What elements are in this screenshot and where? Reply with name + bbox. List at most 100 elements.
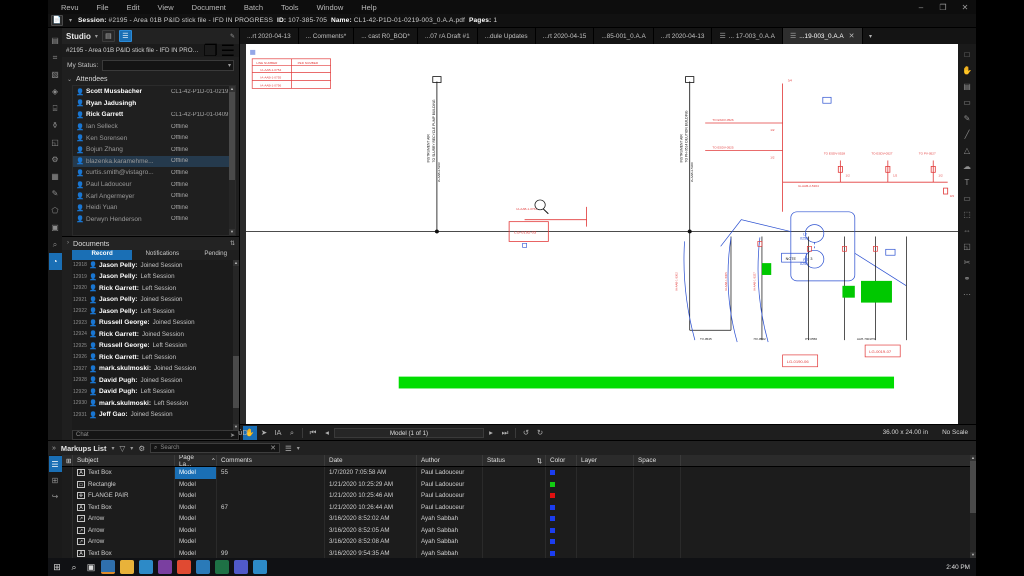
menu-item-revu[interactable]: Revu	[52, 3, 88, 12]
record-tab-pending[interactable]: Pending	[192, 250, 239, 260]
record-row[interactable]: 12926 👤 Rick Garrett: Left Session	[72, 352, 239, 364]
studio-projects-button[interactable]: ▤	[102, 30, 115, 42]
markups-columns-icon[interactable]: ⚙	[138, 444, 145, 453]
last-page-button[interactable]: ⏭	[498, 426, 512, 440]
record-row[interactable]: 12918 👤 Jason Pelly: Joined Session	[72, 260, 239, 272]
tool-pointer-icon[interactable]: □	[959, 46, 975, 62]
attendee-row[interactable]: 👤 Ryan Jadusingh	[73, 98, 235, 110]
select-tool-icon[interactable]: ➤	[257, 426, 271, 440]
tool-shape-icon[interactable]: △	[959, 142, 975, 158]
record-row[interactable]: 12920 👤 Rick Garrett: Left Session	[72, 283, 239, 295]
attendee-row[interactable]: 👤 Bojun Zhang Offline	[73, 144, 235, 156]
documents-section-header[interactable]: › Documents ⇅	[62, 236, 239, 250]
record-row[interactable]: 12921 👤 Jason Pelly: Joined Session	[72, 294, 239, 306]
document-icon[interactable]: 📄	[51, 15, 63, 26]
grid-icon[interactable]: ⌗	[49, 49, 62, 66]
rotate-left-icon[interactable]: ↺	[519, 426, 533, 440]
bluebeam-revu-taskbar-icon[interactable]	[101, 560, 115, 574]
browser2-taskbar-icon[interactable]	[253, 560, 267, 574]
panel-filter-icon[interactable]: ὐD	[236, 426, 250, 440]
my-status-select[interactable]: ▾	[102, 60, 234, 71]
stamp-icon[interactable]: ✎	[49, 185, 62, 202]
table-row[interactable]: ↗ Arrow Model 3/16/2020 8:52:08 AM Ayah …	[62, 536, 976, 548]
table-row[interactable]: A Text Box Model 99 3/16/2020 9:54:35 AM…	[62, 548, 976, 559]
studio-icon[interactable]: ◔	[49, 253, 62, 270]
menu-item-help[interactable]: Help	[352, 3, 385, 12]
menu-item-document[interactable]: Document	[183, 3, 235, 12]
tool-link-icon[interactable]: ⚭	[959, 270, 975, 286]
tool-measure-icon[interactable]: ⇔	[959, 222, 975, 238]
record-row[interactable]: 12922 👤 Jason Pelly: Left Session	[72, 306, 239, 318]
zoom-tool-icon[interactable]: ⌕	[285, 426, 299, 440]
record-row[interactable]: 12930 👤 mark.skulmoski: Left Session	[72, 398, 239, 410]
markups-col-pagela[interactable]: Page La... ⌃	[175, 455, 217, 466]
markups-col-comments[interactable]: Comments	[217, 455, 325, 466]
markups-summary-icon[interactable]: ⊞	[49, 472, 62, 488]
attendee-row[interactable]: 👤 Ian Selleck Offline	[73, 121, 235, 133]
file-access-icon[interactable]: ▣	[49, 219, 62, 236]
record-row[interactable]: 12931 👤 Jeff Gao: Joined Session	[72, 409, 239, 421]
record-row[interactable]: 12924 👤 Rick Garrett: Joined Session	[72, 329, 239, 341]
taskbar-search-icon[interactable]: ⌕	[67, 560, 81, 574]
studio-session-row[interactable]: #2195 - Area 01B P&ID stick file - IFD I…	[62, 44, 239, 57]
attendees-list[interactable]: 👤 Scott Mussbacher CL1-42-P1D-01-0219-00…	[72, 85, 236, 236]
table-row[interactable]: ▭ Rectangle Model 1/21/2020 10:25:29 AM …	[62, 479, 976, 491]
tool-stamp-icon[interactable]: ⬚	[959, 206, 975, 222]
first-page-button[interactable]: ⏮	[306, 426, 320, 440]
text-select-tool-icon[interactable]: IA	[271, 426, 285, 440]
document-tab[interactable]: ... cast R0_BOD*	[354, 28, 418, 44]
record-row[interactable]: 12919 👤 Jason Pelly: Left Session	[72, 271, 239, 283]
task-view-icon[interactable]: ▣	[84, 560, 98, 574]
markups-scrollbar[interactable]: ▲ ▼	[970, 455, 976, 558]
tool-markup-icon[interactable]: ▤	[959, 78, 975, 94]
table-row[interactable]: A Text Box Model 67 1/21/2020 10:26:44 A…	[62, 502, 976, 514]
page-indicator[interactable]: Model (1 of 1)	[334, 428, 484, 438]
record-scrollbar[interactable]: ▲▼	[233, 260, 239, 430]
row-expander[interactable]	[62, 536, 73, 548]
close-button[interactable]: ✕	[954, 3, 976, 12]
menu-item-file[interactable]: File	[88, 3, 118, 12]
attendee-row[interactable]: 👤 blazenka.karamehme... Offline	[73, 156, 235, 168]
chat-input[interactable]: Chat ➤	[72, 430, 239, 440]
attendee-row[interactable]: 👤 Derwyn Henderson Offline	[73, 214, 235, 226]
tool-area-icon[interactable]: ◱	[959, 238, 975, 254]
markups-table[interactable]: ⊞ Subject Page La... ⌃ Comments Date Aut…	[62, 455, 976, 558]
tab-close-icon[interactable]: ✕	[849, 32, 855, 40]
document-tab[interactable]: ☰ ... 17-003_0.A.A	[712, 28, 782, 44]
menu-item-view[interactable]: View	[149, 3, 183, 12]
properties-icon[interactable]: ⚙	[49, 151, 62, 168]
studio-sessions-button[interactable]: ☰	[119, 30, 132, 42]
document-tab[interactable]: ☰ ...19-003_0.A.A ✕	[783, 28, 863, 44]
row-expander[interactable]	[62, 490, 73, 502]
documents-sort-icon[interactable]: ⇅	[230, 240, 235, 247]
markups-col-layer[interactable]: Layer	[577, 455, 634, 466]
layers-icon[interactable]: ◈	[49, 83, 62, 100]
markups-col-author[interactable]: Author	[417, 455, 483, 466]
markups-expand-col[interactable]: ⊞	[62, 455, 73, 466]
markups-filter-icon[interactable]: ▽	[120, 444, 126, 453]
record-row[interactable]: 12928 👤 David Pugh: Joined Session	[72, 375, 239, 387]
markups-title-caret-icon[interactable]: ▾	[112, 445, 115, 452]
thumbnails-icon[interactable]: ▤	[49, 32, 62, 49]
search-icon[interactable]: ⌕	[49, 236, 62, 253]
document-tab[interactable]: ...rt 2020-04-13	[240, 28, 299, 44]
attendee-row[interactable]: 👤 Heidi Yuan Offline	[73, 202, 235, 214]
table-row[interactable]: ✙ FLANGE PAIR Model 1/21/2020 10:25:46 A…	[62, 490, 976, 502]
markups-search-input[interactable]: ⌕ Search ✕	[150, 443, 280, 453]
measurements-icon[interactable]: ◱	[49, 134, 62, 151]
markups-expand-icon[interactable]: »	[52, 445, 56, 452]
pdf-canvas[interactable]: LINE NUMBER PED NUMBER IA-AAB-1-0754 IA-…	[246, 44, 958, 424]
tags-icon[interactable]: ⬠	[49, 202, 62, 219]
chrome-taskbar-icon[interactable]	[177, 560, 191, 574]
row-expander[interactable]	[62, 502, 73, 514]
tool-cloud-icon[interactable]: ☁	[959, 158, 975, 174]
chat-send-icon[interactable]: ➤	[230, 432, 235, 439]
attendees-section-header[interactable]: ⌄ Attendees	[62, 74, 239, 85]
document-tab[interactable]: ...rt 2020-04-15	[536, 28, 595, 44]
markups-view-caret-icon[interactable]: ▾	[297, 445, 300, 452]
record-tab-record[interactable]: Record	[72, 250, 132, 260]
tab-overflow-icon[interactable]: ▾	[863, 28, 879, 44]
markups-col-date[interactable]: Date	[325, 455, 417, 466]
rotate-right-icon[interactable]: ↻	[533, 426, 547, 440]
markups-col-subject[interactable]: Subject	[73, 455, 175, 466]
